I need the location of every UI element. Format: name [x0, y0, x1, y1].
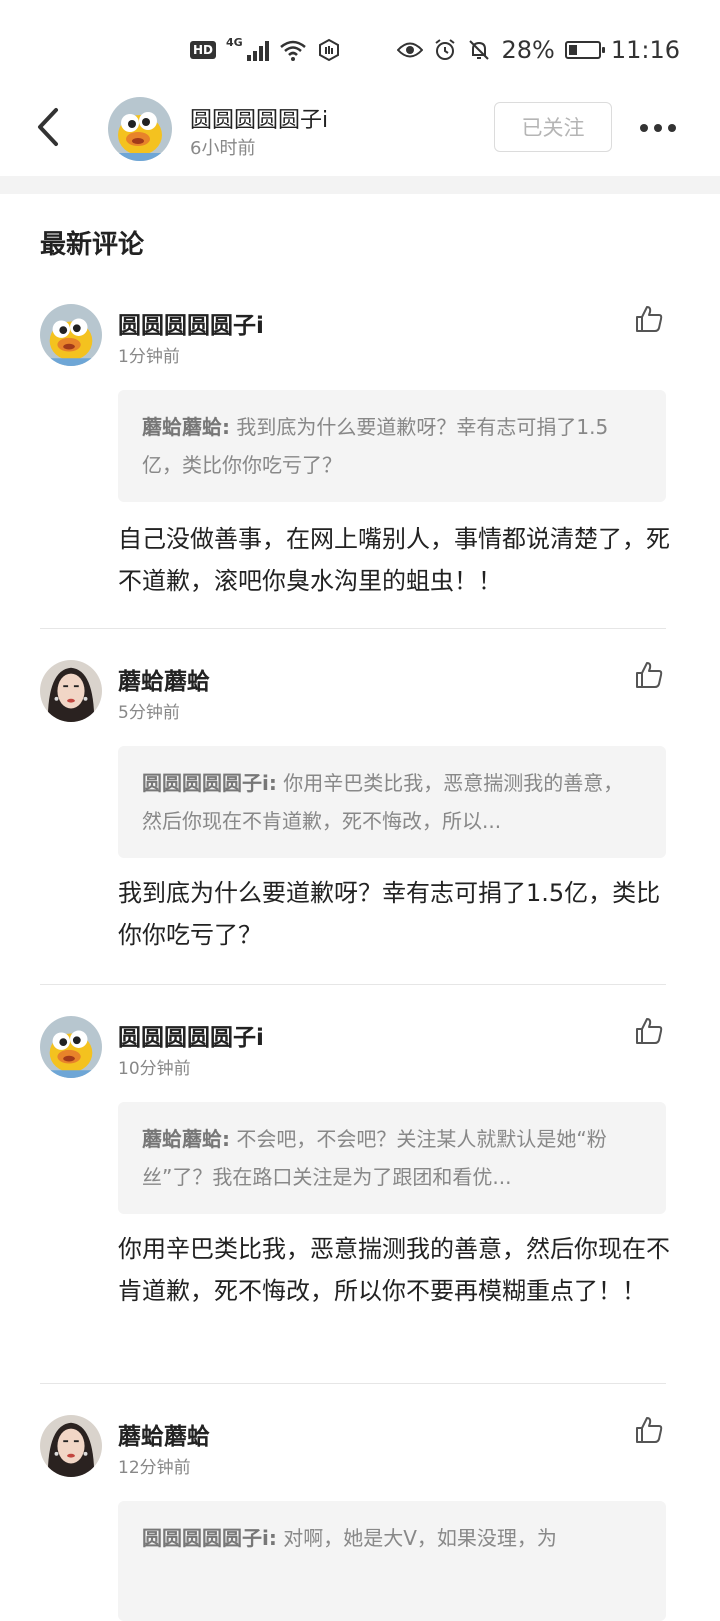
like-icon[interactable]	[634, 1415, 664, 1445]
clock: 11:16	[610, 36, 680, 64]
mute-icon	[469, 40, 490, 60]
wifi-icon	[279, 40, 306, 61]
duck-avatar-image	[40, 1016, 102, 1078]
battery-icon	[564, 41, 605, 59]
like-icon[interactable]	[634, 660, 664, 690]
quoted-author: 圆圆圆圆圆子i:	[142, 771, 277, 795]
divider	[40, 1383, 666, 1384]
quoted-author: 蘑蛤蘑蛤:	[142, 415, 230, 439]
comment-author[interactable]: 蘑蛤蘑蛤	[118, 1417, 210, 1451]
avatar[interactable]	[40, 1016, 102, 1078]
comment-time: 12分钟前	[118, 1458, 191, 1478]
comment-time: 1分钟前	[118, 347, 180, 367]
avatar[interactable]	[40, 304, 102, 366]
status-left-icons: HD 4G	[190, 35, 341, 62]
woman-avatar-image	[40, 660, 102, 722]
nfc-icon	[318, 38, 339, 62]
post-time: 6小时前	[190, 138, 256, 159]
divider	[40, 984, 666, 985]
eye-icon	[397, 42, 424, 58]
quoted-reply[interactable]: 圆圆圆圆圆子i: 你用辛巴类比我，恶意揣测我的善意，然后你现在不肯道歉，死不悔改…	[118, 746, 666, 858]
hd-icon: HD	[190, 41, 217, 59]
quoted-author: 蘑蛤蘑蛤:	[142, 1127, 230, 1151]
status-right-icons: 28% 11:16	[397, 36, 680, 64]
network-type: 4G	[226, 35, 243, 49]
duck-avatar-image	[40, 304, 102, 366]
author-name[interactable]: 圆圆圆圆圆子i	[190, 102, 328, 134]
like-icon[interactable]	[634, 1016, 664, 1046]
divider	[40, 628, 666, 629]
signal-icon	[246, 39, 269, 61]
comment-text: 你用辛巴类比我，恶意揣测我的善意，然后你现在不肯道歉，死不悔改，所以你不要再模糊…	[118, 1235, 670, 1305]
comment-author[interactable]: 圆圆圆圆圆子i	[118, 306, 264, 340]
comment-time: 5分钟前	[118, 703, 180, 723]
comment-author[interactable]: 蘑蛤蘑蛤	[118, 662, 210, 696]
quoted-author: 圆圆圆圆圆子i:	[142, 1526, 277, 1550]
back-icon[interactable]	[30, 102, 70, 152]
top-bar: 圆圆圆圆圆子i 6小时前 已关注	[0, 92, 720, 176]
comment-text: 自己没做善事，在网上嘴别人，事情都说清楚了，死不道歉，滚吧你臭水沟里的蛆虫！！	[118, 525, 670, 595]
like-icon[interactable]	[634, 304, 664, 334]
status-bar: HD 4G 28% 11:16	[0, 0, 720, 106]
follow-button[interactable]: 已关注	[494, 102, 612, 152]
quoted-reply[interactable]: 蘑蛤蘑蛤: 不会吧，不会吧？关注某人就默认是她“粉丝”了？我在路口关注是为了跟团…	[118, 1102, 666, 1214]
comment-time: 10分钟前	[118, 1059, 191, 1079]
section-title: 最新评论	[40, 230, 145, 260]
quoted-reply[interactable]: 蘑蛤蘑蛤: 我到底为什么要道歉呀？幸有志可捐了1.5亿，类比你你吃亏了？	[118, 390, 666, 502]
avatar[interactable]	[40, 1415, 102, 1477]
more-icon[interactable]	[640, 118, 678, 138]
woman-avatar-image	[40, 1415, 102, 1477]
alarm-icon	[435, 39, 456, 60]
quoted-reply[interactable]: 圆圆圆圆圆子i: 对啊，她是大V，如果没理，为	[118, 1501, 666, 1621]
quoted-text: 对啊，她是大V，如果没理，为	[283, 1526, 557, 1550]
section-divider	[0, 176, 720, 194]
avatar[interactable]	[40, 660, 102, 722]
battery-percent: 28%	[501, 36, 555, 64]
comment-text: 我到底为什么要道歉呀？幸有志可捐了1.5亿，类比你你吃亏了？	[118, 879, 661, 949]
author-avatar[interactable]	[108, 97, 172, 161]
comment-author[interactable]: 圆圆圆圆圆子i	[118, 1018, 264, 1052]
duck-avatar-image	[108, 97, 172, 161]
